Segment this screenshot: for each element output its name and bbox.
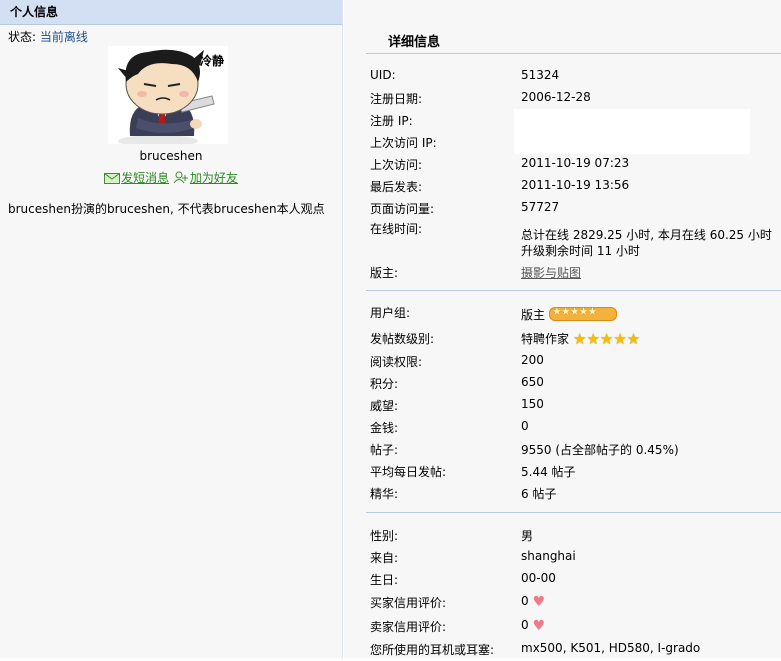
lastvisit-label: 上次访问: [370,158,423,172]
user-signature: bruceshen扮演的bruceshen, 不代表bruceshen本人观点 [8,202,325,216]
seller-credit-value: 0 [521,618,529,632]
online-label: 在线时间: [370,222,423,236]
divider [366,53,781,54]
details-title: 详细信息 [388,35,441,50]
avatar: 冷静 [108,46,228,144]
gender-label: 性别: [370,529,399,543]
ip-redaction [514,109,750,154]
money-value: 0 [521,419,529,433]
profile-header: 个人信息 [0,0,342,25]
send-message-link[interactable]: 发短消息 [121,171,169,185]
online-value-total: 总计在线 2829.25 小时, 本月在线 60.25 小时 [521,228,772,242]
birthday-value: 00-00 [521,571,556,585]
readperm-row: 阅读权限: 200 [370,353,781,373]
avatar-caption: 冷静 [199,54,224,68]
divider [366,512,781,513]
postlevel-value: 特聘作家 [521,332,570,346]
online-value-upgrade: 升级剩余时间 11 小时 [521,244,640,258]
envelope-icon [104,172,121,188]
buyer-credit-label: 买家信用评价: [370,596,447,610]
seller-credit-row: 卖家信用评价: 0 ♥ [370,618,781,638]
status-label: 状态: [8,30,37,44]
username: bruceshen [139,149,203,163]
from-row: 来自: shanghai [370,549,781,569]
regip-label: 注册 IP: [370,114,413,128]
profile-sidebar: 个人信息 状态: 当前离线 冷静 bruceshen 发短消息 加为好友 bru… [0,0,343,658]
add-friend-link[interactable]: 加为好友 [190,171,238,185]
points-label: 积分: [370,377,399,391]
usergroup-value-wrap: 版主 ★★★★★ [521,305,618,323]
profile-actions: 发短消息 加为好友 [0,170,342,188]
birthday-label: 生日: [370,573,399,587]
uid-value: 51324 [521,68,560,82]
prestige-value: 150 [521,397,544,411]
readperm-value: 200 [521,353,544,367]
online-row: 在线时间: 总计在线 2829.25 小时, 本月在线 60.25 小时 升级剩… [370,220,781,260]
headphones-label: 您所使用的耳机或耳塞: [370,643,495,657]
points-value: 650 [521,375,544,389]
buyer-credit-row: 买家信用评价: 0 ♥ [370,594,781,614]
buyer-credit-value-wrap: 0 ♥ [521,594,545,610]
gender-row: 性别: 男 [370,527,781,547]
lastvisit-row: 上次访问: 2011-10-19 07:23 [370,156,781,176]
points-row: 积分: 650 [370,375,781,395]
avgposts-label: 平均每日发帖: [370,465,447,479]
star-icon: ★★★★★ [573,330,641,348]
add-friend-icon [173,171,189,188]
headphones-row: 您所使用的耳机或耳塞: mx500, K501, HD580, I-grado [370,641,781,661]
lastpost-value: 2011-10-19 13:56 [521,178,630,192]
pageviews-value: 57727 [521,200,560,214]
posts-row: 帖子: 9550 (占全部帖子的 0.45%) [370,441,781,461]
divider [366,290,781,291]
money-row: 金钱: 0 [370,419,781,439]
seller-credit-value-wrap: 0 ♥ [521,618,545,634]
birthday-row: 生日: 00-00 [370,571,781,591]
regdate-value: 2006-12-28 [521,90,591,104]
posts-value: 9550 (占全部帖子的 0.45%) [521,443,679,457]
from-value: shanghai [521,549,576,563]
money-label: 金钱: [370,421,399,435]
moderator-row: 版主: 摄影与贴图 [370,264,781,284]
usergroup-value: 版主 [521,308,546,322]
prestige-label: 威望: [370,399,399,413]
moderator-label: 版主: [370,266,399,280]
headphones-value: mx500, K501, HD580, I-grado [521,641,701,655]
usergroup-label: 用户组: [370,306,411,320]
digest-label: 精华: [370,487,399,501]
lastip-label: 上次访问 IP: [370,136,437,150]
digest-value: 6 帖子 [521,487,557,501]
heart-icon: ♥ [532,618,546,634]
profile-details: 详细信息 UID: 51324 注册日期: 2006-12-28 注册 IP: … [344,0,781,658]
heart-icon: ♥ [532,594,546,610]
posts-label: 帖子: [370,443,399,457]
digest-row: 精华: 6 帖子 [370,485,781,505]
regdate-row: 注册日期: 2006-12-28 [370,90,781,110]
seller-credit-label: 卖家信用评价: [370,620,447,634]
uid-label: UID: [370,68,396,82]
gender-value: 男 [521,529,534,543]
pageviews-row: 页面访问量: 57727 [370,200,781,220]
usergroup-row: 用户组: 版主 ★★★★★ [370,304,781,324]
from-label: 来自: [370,551,399,565]
lastpost-label: 最后发表: [370,180,423,194]
buyer-credit-value: 0 [521,594,529,608]
avgposts-row: 平均每日发帖: 5.44 帖子 [370,463,781,483]
status-row: 状态: 当前离线 [0,29,342,45]
readperm-label: 阅读权限: [370,355,423,369]
status-link[interactable]: 当前离线 [40,30,88,44]
avgposts-value: 5.44 帖子 [521,465,576,479]
rank-badge-icon: ★★★★★ [549,305,618,321]
postlevel-row: 发帖数级别: 特聘作家 ★★★★★ [370,330,781,350]
prestige-row: 威望: 150 [370,397,781,417]
pageviews-label: 页面访问量: [370,202,435,216]
uid-row: UID: 51324 [370,68,781,88]
moderated-forum-link[interactable]: 摄影与贴图 [521,264,581,281]
lastvisit-value: 2011-10-19 07:23 [521,156,630,170]
postlevel-value-wrap: 特聘作家 ★★★★★ [521,330,640,348]
lastpost-row: 最后发表: 2011-10-19 13:56 [370,178,781,198]
postlevel-label: 发帖数级别: [370,332,435,346]
regdate-label: 注册日期: [370,92,423,106]
